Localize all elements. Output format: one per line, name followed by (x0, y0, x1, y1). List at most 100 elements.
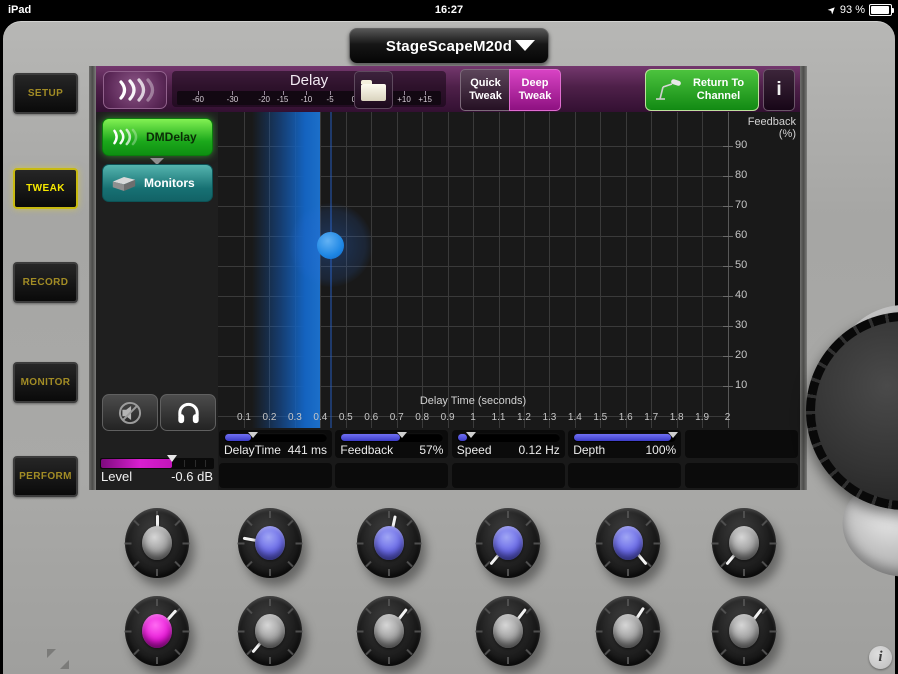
grid-line (651, 112, 653, 428)
parameter-slider-speed[interactable] (456, 432, 560, 442)
effect-title: Delay (289, 72, 329, 89)
knob-tick (356, 542, 364, 544)
knob-tick (237, 630, 245, 632)
y-tick-label: 60 (735, 229, 748, 241)
knob-cap-blue (493, 526, 523, 560)
parameter-label-row: Feedback 57% (340, 443, 443, 457)
slider-marker[interactable] (668, 432, 679, 438)
knob-r2-c5[interactable] (595, 596, 661, 666)
quick-tweak-tab[interactable]: Quick Tweak (460, 69, 510, 111)
empty-cell (219, 463, 332, 488)
effect-info-button[interactable]: i (763, 69, 795, 111)
level-value: -0.6 dB (171, 469, 213, 484)
sidebar-button-tweak[interactable]: TWEAK (13, 168, 78, 209)
y-tick-label: 80 (735, 169, 748, 181)
status-bar: iPad 16:27 ➤ 93 % (0, 0, 898, 20)
knob-tick (627, 510, 629, 518)
knob-tick (269, 656, 271, 664)
knob-r2-c2[interactable] (237, 596, 303, 666)
sidebar-button-record[interactable]: RECORD (13, 262, 78, 303)
y-tick-mark (723, 356, 733, 357)
parameter-slider-feedback[interactable] (340, 432, 444, 442)
collapse-arrows-icon[interactable] (60, 660, 69, 669)
knob-tick (720, 519, 727, 526)
preset-folder-button[interactable] (354, 71, 393, 109)
grid-line (422, 112, 424, 428)
knob-r1-c3[interactable] (356, 508, 422, 578)
output-level-meter[interactable] (100, 455, 214, 469)
slider-marker[interactable] (397, 432, 408, 438)
knob-r2-c3[interactable] (356, 596, 422, 666)
knob-cap-blue (613, 526, 643, 560)
parameter-value: 0.12 Hz (518, 443, 560, 457)
knob-tick (133, 607, 140, 614)
y-tick-label: 70 (735, 199, 748, 211)
effect-slot-dmdelay[interactable]: DMDelay (102, 118, 213, 156)
knob-tick (295, 630, 303, 632)
knob-r1-c4[interactable] (475, 508, 541, 578)
grid-line (244, 112, 245, 428)
x-axis-label: Delay Time (seconds) (419, 395, 527, 407)
knob-r2-c6[interactable] (711, 596, 777, 666)
knob-tick (604, 648, 611, 655)
knob-tick (414, 630, 422, 632)
xy-handle[interactable] (317, 231, 345, 259)
level-meter-marker[interactable] (166, 455, 177, 462)
parameter-label-row: Speed 0.12 Hz (457, 443, 560, 457)
knob-r1-c5[interactable] (595, 508, 661, 578)
battery-percent: 93 % (839, 4, 865, 16)
knob-r1-c6[interactable] (711, 508, 777, 578)
level-meter-tick (184, 460, 186, 467)
headphones-button[interactable] (160, 394, 216, 431)
meter-scale-label: +15 (418, 95, 432, 104)
knob-cap-gray (142, 526, 172, 560)
knob-tick (124, 630, 132, 632)
parameter-slider-depth[interactable] (573, 432, 679, 442)
grid-line (574, 112, 576, 428)
meter-scale-label: -5 (326, 95, 334, 104)
speaker-mute-button[interactable] (102, 394, 158, 431)
knob-r1-c2[interactable] (237, 508, 303, 578)
knob-r2-c1[interactable] (124, 596, 190, 666)
sidebar-button-setup[interactable]: SETUP (13, 73, 78, 114)
collapse-arrows-icon[interactable] (47, 649, 56, 658)
knob-tick (269, 510, 271, 518)
deep-tweak-label: Deep Tweak (518, 77, 552, 102)
parameter-name: Feedback (340, 443, 394, 457)
slider-marker[interactable] (466, 432, 477, 438)
knob-r2-c4[interactable] (475, 596, 541, 666)
return-to-channel-button[interactable]: Return To Channel (645, 69, 759, 111)
deep-tweak-tab[interactable]: Deep Tweak (509, 69, 561, 111)
knob-tick (604, 560, 611, 567)
knob-tick (645, 648, 652, 655)
app-info-button[interactable]: i (869, 646, 892, 669)
screen-seam-right (800, 66, 807, 490)
knob-tick (269, 568, 271, 576)
knob-tick (533, 630, 541, 632)
knob-tick (507, 510, 509, 518)
effect-editor-panel: Delay -60-30-20-15-10-50+5+10+15 Quick T… (96, 66, 800, 490)
effect-slot-monitors[interactable]: Monitors (102, 164, 213, 202)
x-tick-label: 2 (724, 412, 731, 423)
grid-line (396, 112, 398, 428)
battery-icon (869, 4, 894, 16)
knob-tick (484, 519, 491, 526)
headphones-icon (177, 402, 199, 423)
effect-type-button[interactable] (103, 71, 167, 109)
y-tick-label: 50 (735, 259, 748, 271)
sidebar-button-perform[interactable]: PERFORM (13, 456, 78, 497)
knob-r1-c1[interactable] (124, 508, 190, 578)
parameter-cell: Depth 100% (568, 430, 682, 458)
slider-fill (574, 434, 671, 441)
knob-cap-gray (613, 614, 643, 648)
sidebar-button-monitor[interactable]: MONITOR (13, 362, 78, 403)
knob-cap-magenta (142, 614, 172, 648)
device-selector-dropdown[interactable]: StageScapeM20d (349, 28, 549, 64)
parameter-value: 441 ms (287, 443, 327, 457)
knob-tick (761, 648, 768, 655)
slider-marker[interactable] (247, 432, 258, 438)
parameter-slider-delaytime[interactable] (224, 432, 327, 442)
level-meter-tick (204, 460, 206, 467)
level-meter-fill (101, 459, 172, 468)
knob-tick (720, 648, 727, 655)
